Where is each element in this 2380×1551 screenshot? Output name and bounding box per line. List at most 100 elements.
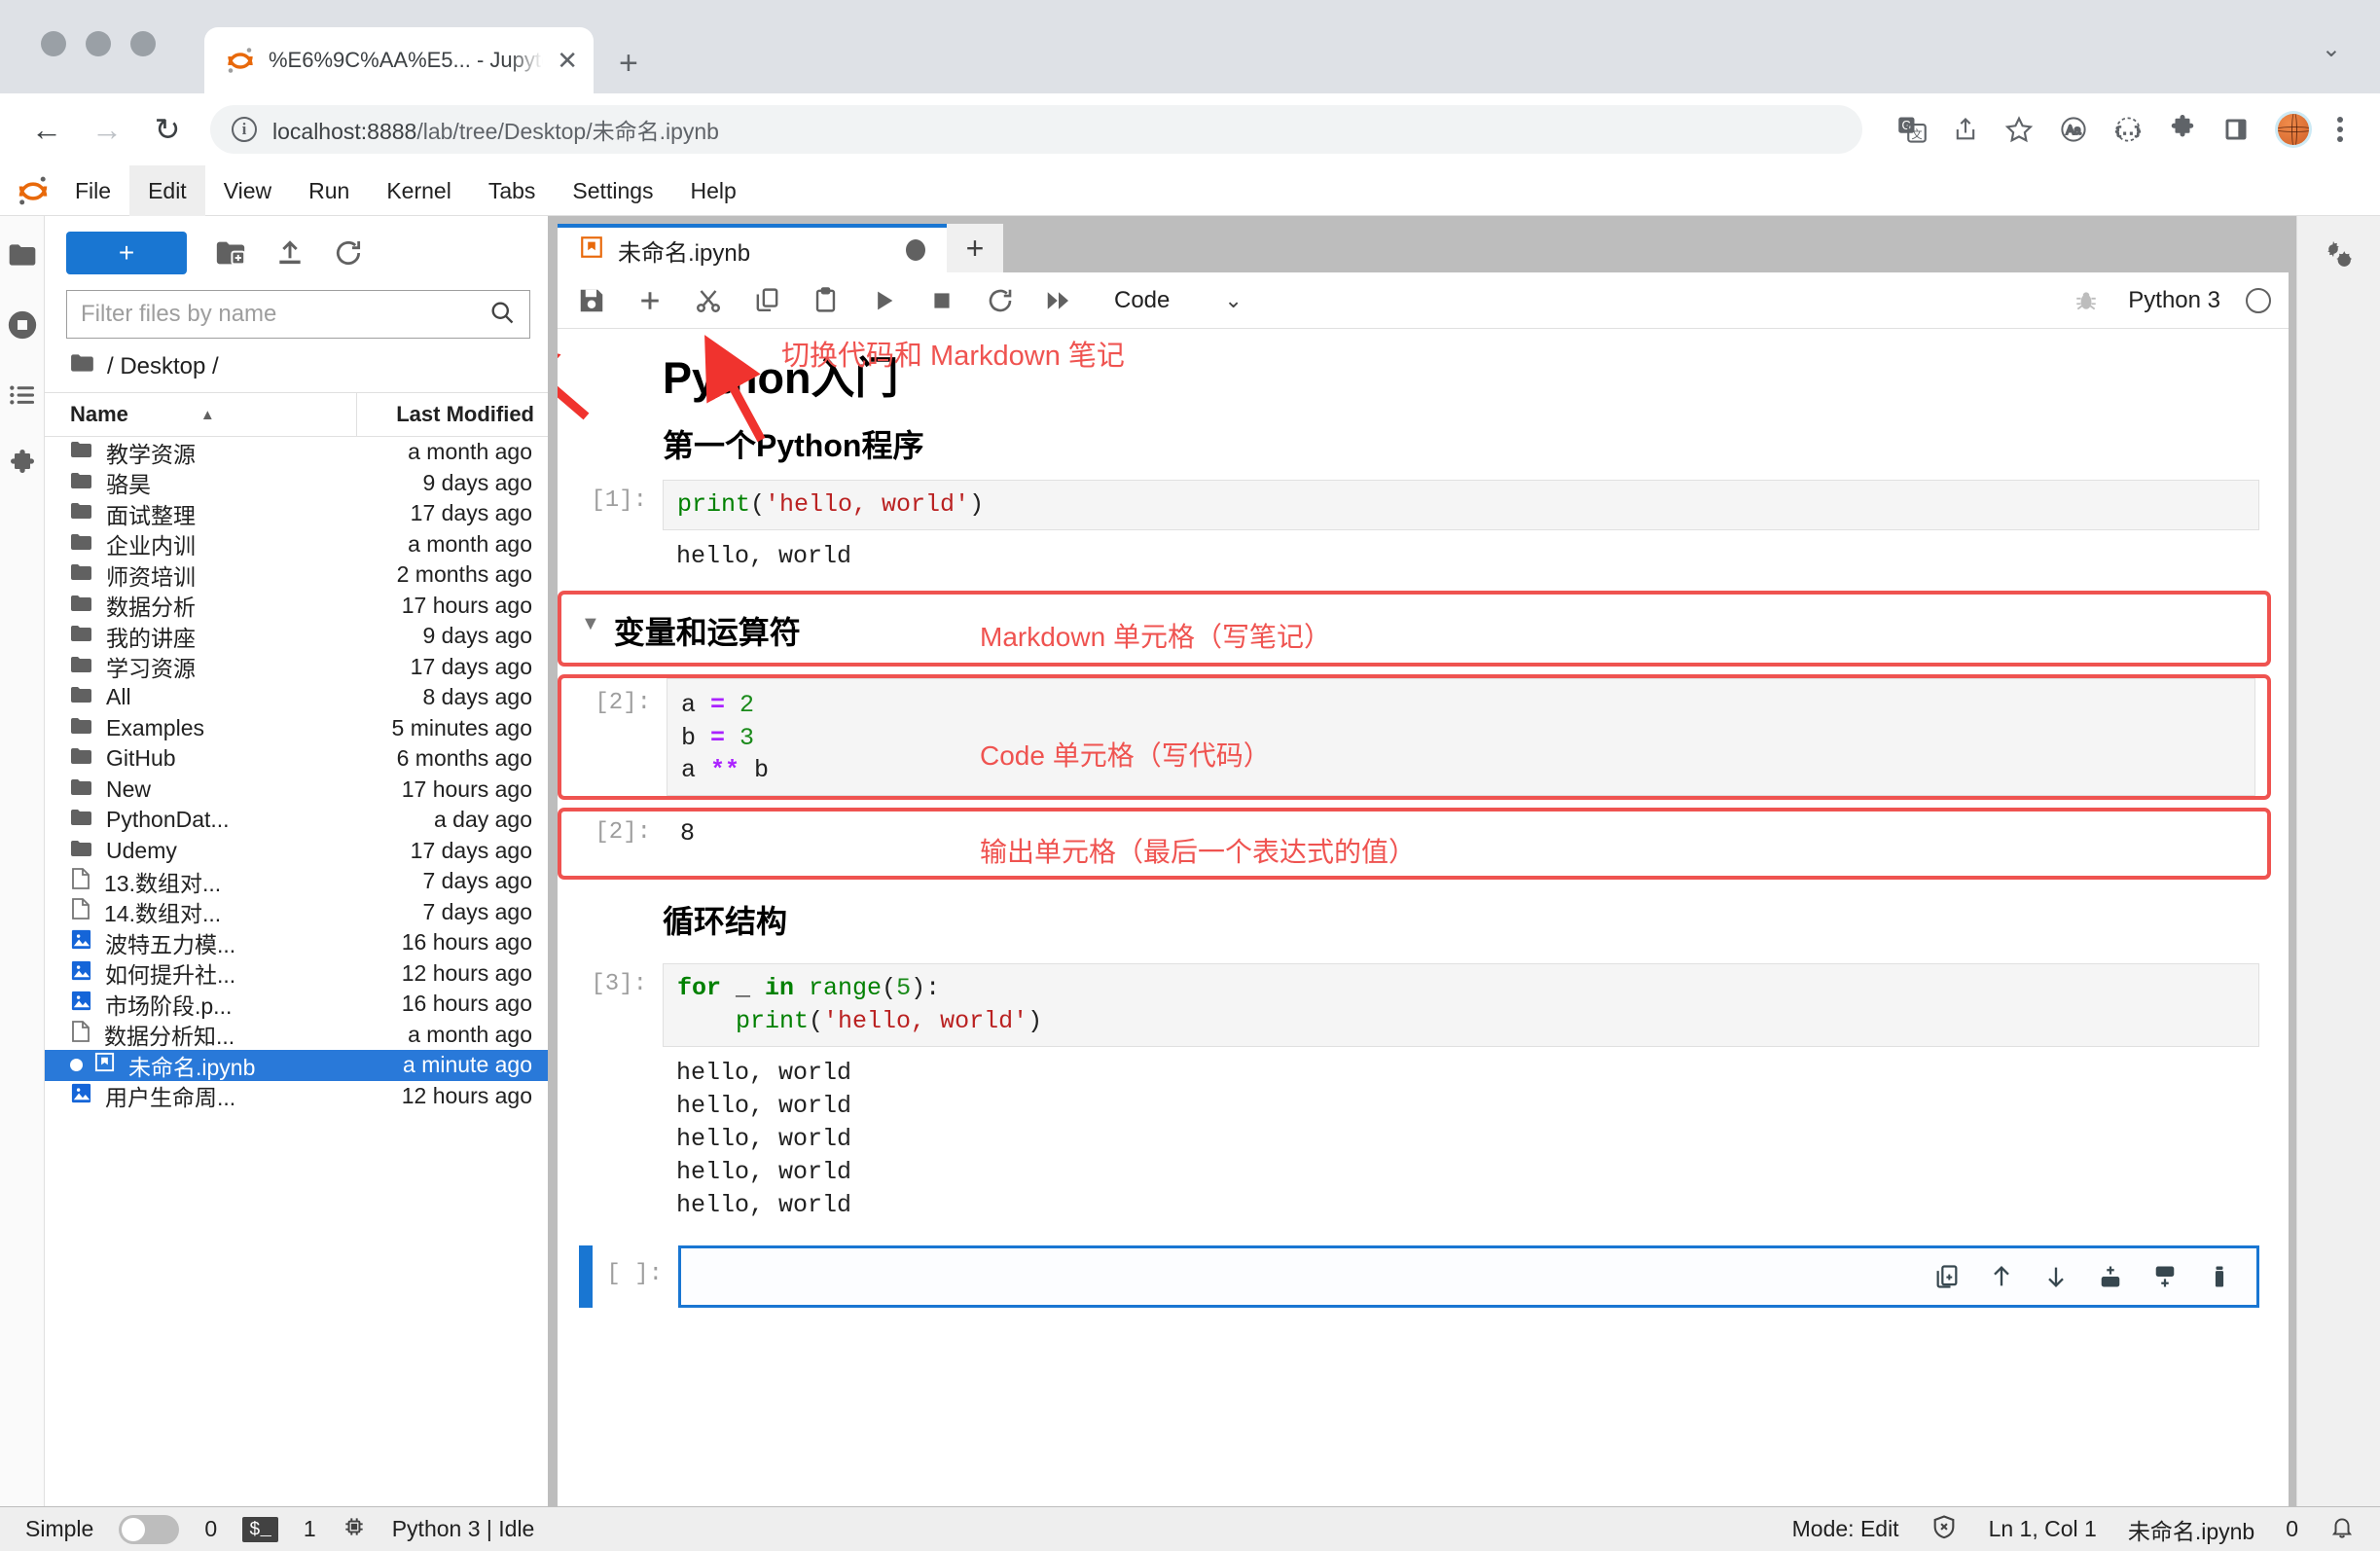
share-icon[interactable] xyxy=(1952,116,1979,143)
kebab-menu-icon[interactable] xyxy=(2337,117,2343,142)
annotated-markdown-cell[interactable]: ▼ 变量和运算符 Markdown 单元格（写笔记） xyxy=(558,590,2271,667)
file-list-item[interactable]: 教学资源 a month ago xyxy=(45,437,548,468)
file-list-item[interactable]: 企业内训 a month ago xyxy=(45,529,548,560)
close-tab-icon[interactable]: ✕ xyxy=(557,48,578,73)
upload-icon[interactable] xyxy=(274,237,306,269)
chevron-down-icon[interactable]: ⌄ xyxy=(2322,35,2341,63)
menu-run[interactable]: Run xyxy=(290,165,368,216)
notebook-scroll-area[interactable]: Python入门 第一个Python程序 [1]: print('hello, … xyxy=(558,329,2289,1506)
file-list-item[interactable]: 市场阶段.p... 16 hours ago xyxy=(45,989,548,1020)
file-list-item[interactable]: PythonDat... a day ago xyxy=(45,805,548,836)
file-list-item[interactable]: 波特五力模... 16 hours ago xyxy=(45,927,548,958)
markdown-cell[interactable]: 第一个Python程序 xyxy=(558,412,2289,474)
kernel-status-label[interactable]: Python 3 | Idle xyxy=(392,1516,535,1542)
markdown-cell[interactable]: Python入门 xyxy=(558,329,2289,412)
breadcrumb[interactable]: / Desktop / xyxy=(45,339,548,392)
kernels-count[interactable]: 1 xyxy=(304,1516,316,1542)
refresh-icon[interactable] xyxy=(333,237,364,269)
collapse-caret-icon[interactable]: ▼ xyxy=(561,595,614,653)
kernel-name-label[interactable]: Python 3 xyxy=(2128,287,2220,314)
restart-icon[interactable] xyxy=(984,284,1017,317)
menu-file[interactable]: File xyxy=(56,165,129,216)
markdown-cell[interactable]: 循环结构 xyxy=(558,887,2289,950)
annotated-code-cell[interactable]: [2]: a = 2 b = 3 a ** b Code 单元格（写代码） xyxy=(558,673,2271,800)
bell-icon[interactable] xyxy=(2329,1514,2355,1545)
menu-view[interactable]: View xyxy=(205,165,290,216)
code-editor[interactable]: a = 2 b = 3 a ** b xyxy=(667,677,2255,796)
simple-mode-toggle[interactable] xyxy=(119,1514,180,1544)
stop-circle-icon[interactable] xyxy=(5,307,40,343)
column-header-name[interactable]: Name ▲ xyxy=(45,393,357,436)
file-list[interactable]: 教学资源 a month ago 骆昊 9 days ago 面试整理 17 days a… xyxy=(45,437,548,1506)
file-list-item[interactable]: 用户生命周... 12 hours ago xyxy=(45,1081,548,1112)
url-omnibox[interactable]: i localhost:8888/lab/tree/Desktop/未命名.ip… xyxy=(210,105,1862,154)
terminal-icon[interactable]: $_ xyxy=(242,1516,278,1542)
column-header-modified[interactable]: Last Modified xyxy=(357,393,548,436)
star-icon[interactable] xyxy=(2004,115,2034,144)
insert-cell-above-icon[interactable] xyxy=(2097,1263,2124,1290)
forward-arrow-icon[interactable]: → xyxy=(90,112,125,148)
code-editor-active[interactable] xyxy=(678,1244,2259,1308)
file-list-item[interactable]: 13.数组对... 7 days ago xyxy=(45,866,548,897)
file-list-item[interactable]: 面试整理 17 days ago xyxy=(45,498,548,529)
menu-kernel[interactable]: Kernel xyxy=(368,165,469,216)
active-code-cell[interactable]: [ ]: xyxy=(558,1244,2289,1308)
move-cell-up-icon[interactable] xyxy=(1988,1263,2015,1290)
copy-icon[interactable] xyxy=(750,284,783,317)
file-list-item[interactable]: Examples 5 minutes ago xyxy=(45,713,548,744)
insert-cell-below-icon[interactable] xyxy=(2151,1263,2179,1290)
file-list-item[interactable]: New 17 hours ago xyxy=(45,775,548,806)
file-list-item[interactable]: 骆昊 9 days ago xyxy=(45,468,548,499)
annotated-output-cell[interactable]: [2]: 8 输出单元格（最后一个表达式的值） xyxy=(558,808,2271,880)
gears-icon[interactable] xyxy=(2322,237,2357,272)
code-editor[interactable]: for _ in range(5): print('hello, world') xyxy=(663,963,2259,1047)
plus-icon[interactable] xyxy=(633,284,667,317)
delete-cell-icon[interactable] xyxy=(2206,1263,2233,1290)
new-tab-button[interactable]: + xyxy=(619,47,638,80)
file-list-item[interactable]: 学习资源 17 days ago xyxy=(45,652,548,683)
menu-settings[interactable]: Settings xyxy=(554,165,671,216)
code-cell[interactable]: [1]: print('hello, world') hello, world xyxy=(558,480,2289,583)
menu-edit[interactable]: Edit xyxy=(129,164,205,216)
scissors-icon[interactable] xyxy=(692,284,725,317)
file-list-item[interactable]: 14.数组对... 7 days ago xyxy=(45,897,548,928)
puzzle-icon[interactable] xyxy=(5,448,40,483)
extensions-puzzle-icon[interactable] xyxy=(2168,115,2197,144)
move-cell-down-icon[interactable] xyxy=(2042,1263,2070,1290)
stop-square-icon[interactable] xyxy=(925,284,958,317)
code-snippet-icon[interactable]: {..} xyxy=(2113,115,2143,144)
file-filter-box[interactable] xyxy=(66,290,530,339)
code-editor[interactable]: print('hello, world') xyxy=(663,480,2259,530)
menu-tabs[interactable]: Tabs xyxy=(470,165,555,216)
file-list-item[interactable]: 如何提升社... 12 hours ago xyxy=(45,958,548,990)
file-list-item[interactable]: 数据分析知... a month ago xyxy=(45,1020,548,1051)
reload-icon[interactable]: ↻ xyxy=(150,111,185,148)
reader-mode-icon[interactable]: Aa xyxy=(2059,115,2088,144)
close-window-button[interactable] xyxy=(41,31,66,56)
fast-forward-icon[interactable] xyxy=(1042,284,1075,317)
shield-untrusted-icon[interactable] xyxy=(1930,1513,1958,1546)
file-filter-input[interactable] xyxy=(81,301,481,328)
side-panel-icon[interactable] xyxy=(2222,116,2250,143)
new-tab-button[interactable]: + xyxy=(947,224,1003,272)
cpu-chip-icon[interactable] xyxy=(342,1514,367,1545)
file-list-item[interactable]: 我的讲座 9 days ago xyxy=(45,621,548,652)
minimize-window-button[interactable] xyxy=(86,31,111,56)
terminals-count[interactable]: 0 xyxy=(204,1516,217,1542)
back-arrow-icon[interactable]: ← xyxy=(29,112,64,148)
browser-tab[interactable]: %E6%9C%AA%E5... - JupyterL ✕ xyxy=(204,27,594,93)
clipboard-icon[interactable] xyxy=(809,284,842,317)
new-launcher-button[interactable]: + xyxy=(66,232,187,274)
save-disk-icon[interactable] xyxy=(575,284,608,317)
kernel-idle-circle-icon[interactable] xyxy=(2246,287,2271,313)
search-icon[interactable] xyxy=(488,299,516,331)
file-list-item[interactable]: 数据分析 17 hours ago xyxy=(45,591,548,622)
notebook-tab[interactable]: 未命名.ipynb xyxy=(558,224,947,272)
file-list-item[interactable]: 师资培训 2 months ago xyxy=(45,559,548,591)
cell-type-dropdown[interactable]: Code ⌄ xyxy=(1114,287,1243,314)
code-cell[interactable]: [3]: for _ in range(5): print('hello, wo… xyxy=(558,963,2289,1232)
file-list-item[interactable]: All 8 days ago xyxy=(45,682,548,713)
site-info-icon[interactable]: i xyxy=(232,117,257,142)
play-icon[interactable] xyxy=(867,284,900,317)
profile-avatar-icon[interactable] xyxy=(2275,111,2312,148)
